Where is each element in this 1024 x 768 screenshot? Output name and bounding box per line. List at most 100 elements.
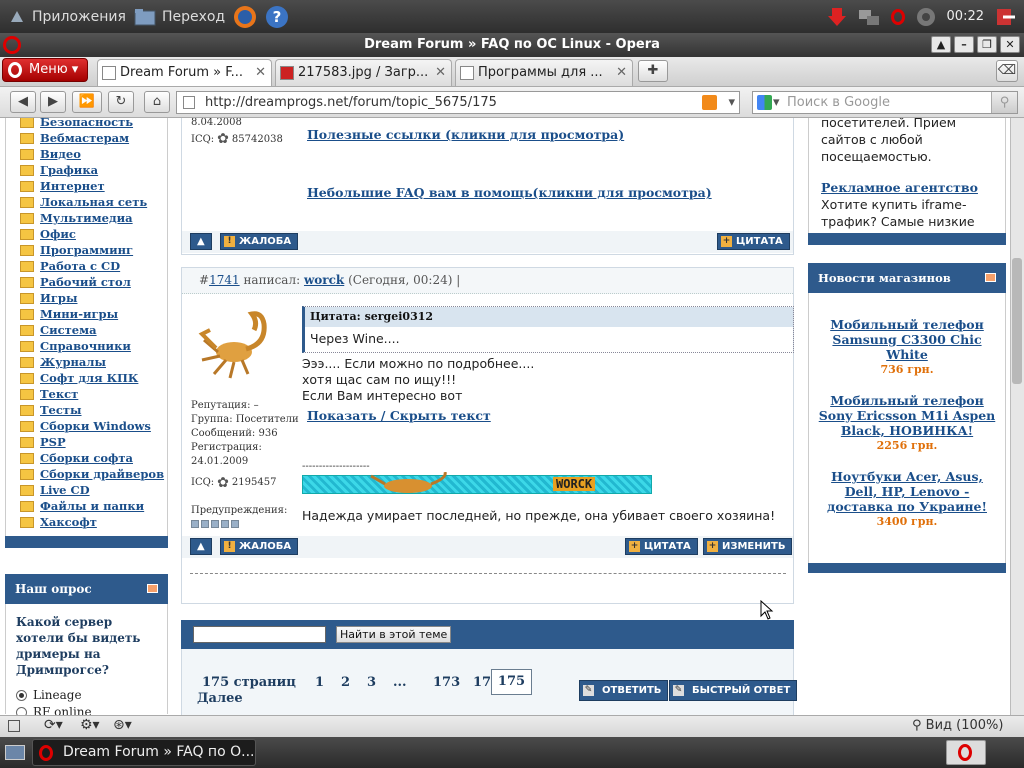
scrollbar-thumb[interactable] — [1012, 258, 1022, 384]
home-button[interactable]: ⌂ — [144, 91, 170, 113]
category-link[interactable]: Локальная сеть — [20, 194, 167, 210]
category-link[interactable]: Мини-игры — [20, 306, 167, 322]
close-tab-icon[interactable]: ✕ — [616, 60, 627, 85]
firefox-launcher[interactable] — [233, 5, 257, 29]
next-link[interactable]: Далее — [197, 691, 243, 706]
reply-button[interactable]: ✎ ОТВЕТИТЬ — [579, 680, 669, 701]
category-link[interactable]: Игры — [20, 290, 167, 306]
zoom-control[interactable]: ⚲ Вид (100%) — [912, 718, 1003, 733]
tab-dream-forum[interactable]: Dream Forum » F... ✕ — [97, 59, 272, 86]
applications-menu[interactable]: Приложения — [8, 8, 126, 26]
search-field[interactable]: ▾ Поиск в Google ⚲ — [752, 91, 1018, 114]
panel-toggle-icon[interactable] — [8, 720, 20, 732]
window-up-button[interactable]: ▲ — [931, 36, 951, 53]
product-link[interactable]: Мобильный телефон Samsung C3300 Chic Whi… — [817, 317, 997, 362]
author-link[interactable]: worck — [304, 273, 344, 287]
scroll-top-button[interactable]: ▲ — [190, 538, 212, 555]
product-link[interactable]: Ноутбуки Acer, Asus, Dell, HP, Lenovo - … — [817, 469, 997, 514]
category-link[interactable]: Софт для КПК — [20, 370, 167, 386]
edit-button[interactable]: + ИЗМЕНИТЬ — [703, 538, 793, 555]
opera-menu-button[interactable]: Меню ▾ — [2, 58, 88, 82]
minimize-button[interactable]: – — [954, 36, 974, 53]
fast-reply-button[interactable]: ✎ БЫСТРЫЙ ОТВЕТ — [669, 680, 798, 701]
category-link[interactable]: Графика — [20, 162, 167, 178]
window-titlebar[interactable]: Dream Forum » FAQ по ОС Linux - Opera ▲ … — [0, 33, 1024, 57]
complain-button[interactable]: ! ЖАЛОБА — [220, 233, 299, 250]
rss-icon[interactable] — [702, 95, 717, 110]
spoiler-toggle[interactable]: Показать / Скрыть текст — [307, 408, 491, 423]
forward-button[interactable]: ▶ — [40, 91, 66, 113]
places-menu[interactable]: Переход — [134, 7, 225, 27]
radio-selected-icon[interactable] — [16, 689, 27, 701]
category-link[interactable]: Live CD — [20, 482, 167, 498]
tab-image[interactable]: 217583.jpg / Загр... ✕ — [275, 59, 452, 86]
poll-option[interactable]: RF online — [16, 705, 159, 715]
address-field[interactable]: http://dreamprogs.net/forum/topic_5675/1… — [176, 91, 740, 114]
sync-icon[interactable]: ⟳▾ — [44, 717, 63, 733]
topic-search-button[interactable]: Найти в этой теме — [336, 626, 452, 643]
category-link[interactable]: Сборки софта — [20, 450, 167, 466]
help-launcher[interactable]: ? — [265, 5, 289, 29]
category-link[interactable]: Интернет — [20, 178, 167, 194]
volume-icon[interactable] — [915, 6, 937, 28]
category-link[interactable]: Хаксофт — [20, 514, 167, 530]
scroll-top-button[interactable]: ▲ — [190, 233, 212, 250]
radio-icon[interactable] — [16, 706, 27, 715]
page-link[interactable]: 3 — [367, 675, 383, 690]
useful-links[interactable]: Полезные ссылки (кликни для просмотра) — [307, 127, 624, 142]
trash-icon[interactable]: ⌫ — [996, 60, 1018, 82]
complain-button[interactable]: ! ЖАЛОБА — [220, 538, 299, 555]
download-icon[interactable] — [827, 6, 847, 28]
category-link[interactable]: Журналы — [20, 354, 167, 370]
clock[interactable]: 00:22 — [947, 9, 984, 24]
category-link[interactable]: PSP — [20, 434, 167, 450]
page-viewport[interactable]: Безопасность Вебмастерам Видео Графика Интер… — [0, 118, 1010, 715]
vertical-scrollbar[interactable] — [1010, 118, 1024, 715]
reload-button[interactable]: ↻ — [108, 91, 134, 113]
page-link[interactable]: 1 — [315, 675, 331, 690]
category-link[interactable]: Сборки Windows — [20, 418, 167, 434]
category-link[interactable]: Справочники — [20, 338, 167, 354]
opera-tray-icon[interactable] — [890, 8, 905, 25]
fast-forward-button[interactable]: ⏩ — [72, 91, 102, 113]
collapse-icon[interactable] — [147, 584, 158, 593]
show-desktop-icon[interactable] — [5, 745, 25, 760]
ad-agency-link[interactable]: Рекламное агентство — [821, 179, 993, 196]
category-link[interactable]: Безопасность — [20, 118, 167, 130]
search-engine-dropdown-icon[interactable]: ▾ — [773, 92, 780, 113]
category-link[interactable]: Тесты — [20, 402, 167, 418]
category-link[interactable]: Рабочий стол — [20, 274, 167, 290]
category-link[interactable]: Вебмастерам — [20, 130, 167, 146]
turbo-icon[interactable]: ⊛▾ — [113, 717, 132, 733]
taskbar-opera-window[interactable]: Dream Forum » FAQ по О... — [32, 739, 256, 766]
history-dropdown-icon[interactable]: ▾ — [728, 92, 735, 113]
page-link[interactable]: 2 — [341, 675, 357, 690]
collapse-icon[interactable] — [985, 273, 996, 282]
faq-links[interactable]: Небольшие FAQ вам в помощь(кликни для пр… — [307, 185, 712, 200]
tab-programs[interactable]: Программы для ... ✕ — [455, 59, 633, 86]
poll-option[interactable]: Lineage — [16, 688, 159, 702]
category-link[interactable]: Система — [20, 322, 167, 338]
workspace-switcher[interactable] — [946, 740, 986, 765]
post-number-link[interactable]: 1741 — [209, 273, 240, 287]
category-link[interactable]: Текст — [20, 386, 167, 402]
category-link[interactable]: Видео — [20, 146, 167, 162]
network-icon[interactable] — [857, 6, 881, 28]
category-link[interactable]: Файлы и папки — [20, 498, 167, 514]
restore-button[interactable]: ❐ — [977, 36, 997, 53]
google-icon[interactable] — [757, 95, 772, 110]
quote-button[interactable]: + ЦИТАТА — [625, 538, 698, 555]
search-icon[interactable]: ⚲ — [991, 92, 1017, 113]
product-link[interactable]: Мобильный телефон Sony Ericsson M1i Aspe… — [817, 393, 997, 438]
quote-button[interactable]: + ЦИТАТА — [717, 233, 790, 250]
category-link[interactable]: Программинг — [20, 242, 167, 258]
close-window-button[interactable]: ✕ — [1000, 36, 1020, 53]
category-link[interactable]: Работа с CD — [20, 258, 167, 274]
topic-search-input[interactable] — [193, 626, 326, 643]
back-button[interactable]: ◀ — [10, 91, 36, 113]
close-tab-icon[interactable]: ✕ — [255, 60, 266, 85]
category-link[interactable]: Мультимедиа — [20, 210, 167, 226]
category-link[interactable]: Офис — [20, 226, 167, 242]
category-link[interactable]: Сборки драйверов — [20, 466, 167, 482]
close-tab-icon[interactable]: ✕ — [435, 60, 446, 85]
